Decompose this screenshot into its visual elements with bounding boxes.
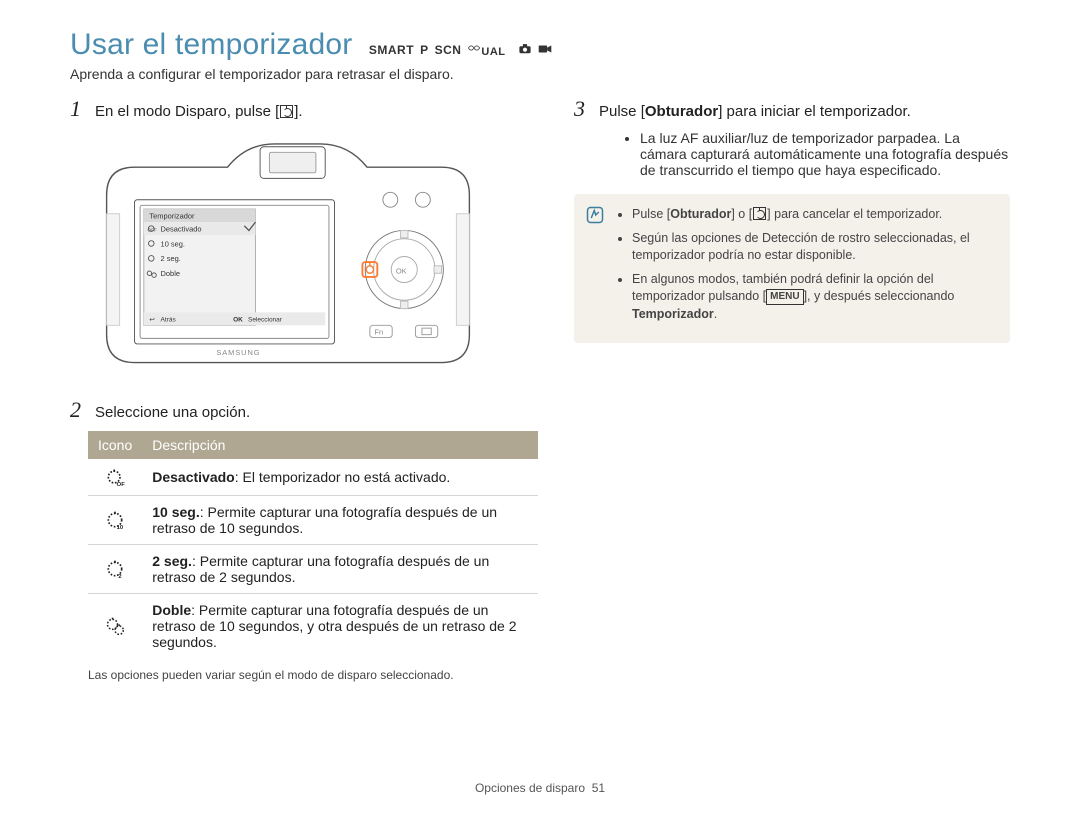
svg-text:10: 10: [117, 525, 123, 530]
option-2s-icon: 2: [88, 545, 142, 594]
table-row: 2 2 seg.: Permite capturar una fotografí…: [88, 545, 538, 594]
step-3-bullets: La luz AF auxiliar/luz de temporizador p…: [600, 130, 1010, 178]
svg-text:Seleccionar: Seleccionar: [248, 317, 283, 324]
step-1: 1 En el modo Disparo, pulse [].: [70, 96, 538, 122]
svg-text:2 seg.: 2 seg.: [161, 254, 181, 263]
svg-text:Doble: Doble: [161, 269, 180, 278]
step-number-2: 2: [70, 397, 81, 423]
svg-text:OK: OK: [233, 317, 243, 324]
table-row: Doble: Permite capturar una fotografía d…: [88, 594, 538, 659]
svg-text:Atrás: Atrás: [161, 317, 177, 324]
mode-movie-icon: [538, 43, 552, 58]
note-item: En algunos modos, también podrá definir …: [632, 271, 996, 324]
camera-illustration: Temporizador OFF Desactivado 10 seg. 2 s…: [88, 130, 538, 381]
timer-icon: [280, 105, 293, 118]
step-1-text: En el modo Disparo, pulse [].: [95, 103, 303, 120]
page-subtitle: Aprenda a configurar el temporizador par…: [70, 66, 1010, 82]
svg-text:OK: OK: [396, 266, 407, 275]
option-2s-desc: 2 seg.: Permite capturar una fotografía …: [142, 545, 538, 594]
step-3-text: Pulse [Obturador] para iniciar el tempor…: [599, 103, 911, 120]
mode-indicators: SMART P SCN UAL: [369, 42, 558, 57]
option-double-desc: Doble: Permite capturar una fotografía d…: [142, 594, 538, 659]
mode-scn: SCN: [435, 43, 462, 57]
step-2-text: Seleccione una opción.: [95, 404, 250, 421]
table-row: OFF Desactivado: El temporizador no está…: [88, 459, 538, 496]
option-10s-desc: 10 seg.: Permite capturar una fotografía…: [142, 496, 538, 545]
note-box: Pulse [Obturador] o [] para cancelar el …: [574, 194, 1010, 343]
svg-text:10 seg.: 10 seg.: [161, 239, 185, 248]
page-title: Usar el temporizador: [70, 28, 352, 62]
step-number-3: 3: [574, 96, 585, 122]
timer-icon: [753, 207, 766, 220]
left-column: 1 En el modo Disparo, pulse []. Temporiz…: [70, 96, 538, 682]
svg-text:OFF: OFF: [148, 227, 157, 232]
svg-text:Fn: Fn: [375, 328, 384, 337]
mode-smart: SMART: [369, 43, 414, 57]
menu-chip: MENU: [766, 289, 803, 305]
lcd-menu-title: Temporizador: [149, 211, 195, 220]
mode-camera-icon: [518, 43, 532, 58]
svg-text:SAMSUNG: SAMSUNG: [216, 348, 260, 357]
step-3: 3 Pulse [Obturador] para iniciar el temp…: [574, 96, 1010, 122]
step-number-1: 1: [70, 96, 81, 122]
step-2: 2 Seleccione una opción.: [70, 397, 538, 423]
options-table: Icono Descripción OFF Desactivado: El te…: [88, 431, 538, 658]
step-3-bullet: La luz AF auxiliar/luz de temporizador p…: [640, 130, 1010, 178]
note-item: Según las opciones de Detección de rostr…: [632, 230, 996, 265]
info-icon: [586, 206, 604, 224]
svg-text:↩: ↩: [149, 317, 155, 324]
option-off-desc: Desactivado: El temporizador no está act…: [142, 459, 538, 496]
mode-dual: UAL: [467, 42, 511, 57]
th-icon: Icono: [88, 431, 142, 459]
note-item: Pulse [Obturador] o [] para cancelar el …: [632, 206, 996, 224]
option-double-icon: [88, 594, 142, 659]
sound-icon: [467, 42, 481, 54]
th-desc: Descripción: [142, 431, 538, 459]
options-footnote: Las opciones pueden variar según el modo…: [88, 668, 538, 682]
right-column: 3 Pulse [Obturador] para iniciar el temp…: [574, 96, 1010, 682]
mode-p: P: [420, 43, 429, 57]
svg-text:Desactivado: Desactivado: [161, 224, 202, 233]
option-off-icon: OFF: [88, 459, 142, 496]
svg-text:2: 2: [118, 574, 122, 579]
table-row: 10 10 seg.: Permite capturar una fotogra…: [88, 496, 538, 545]
page-footer: Opciones de disparo 51: [0, 781, 1080, 795]
option-10s-icon: 10: [88, 496, 142, 545]
svg-text:OFF: OFF: [117, 482, 125, 487]
